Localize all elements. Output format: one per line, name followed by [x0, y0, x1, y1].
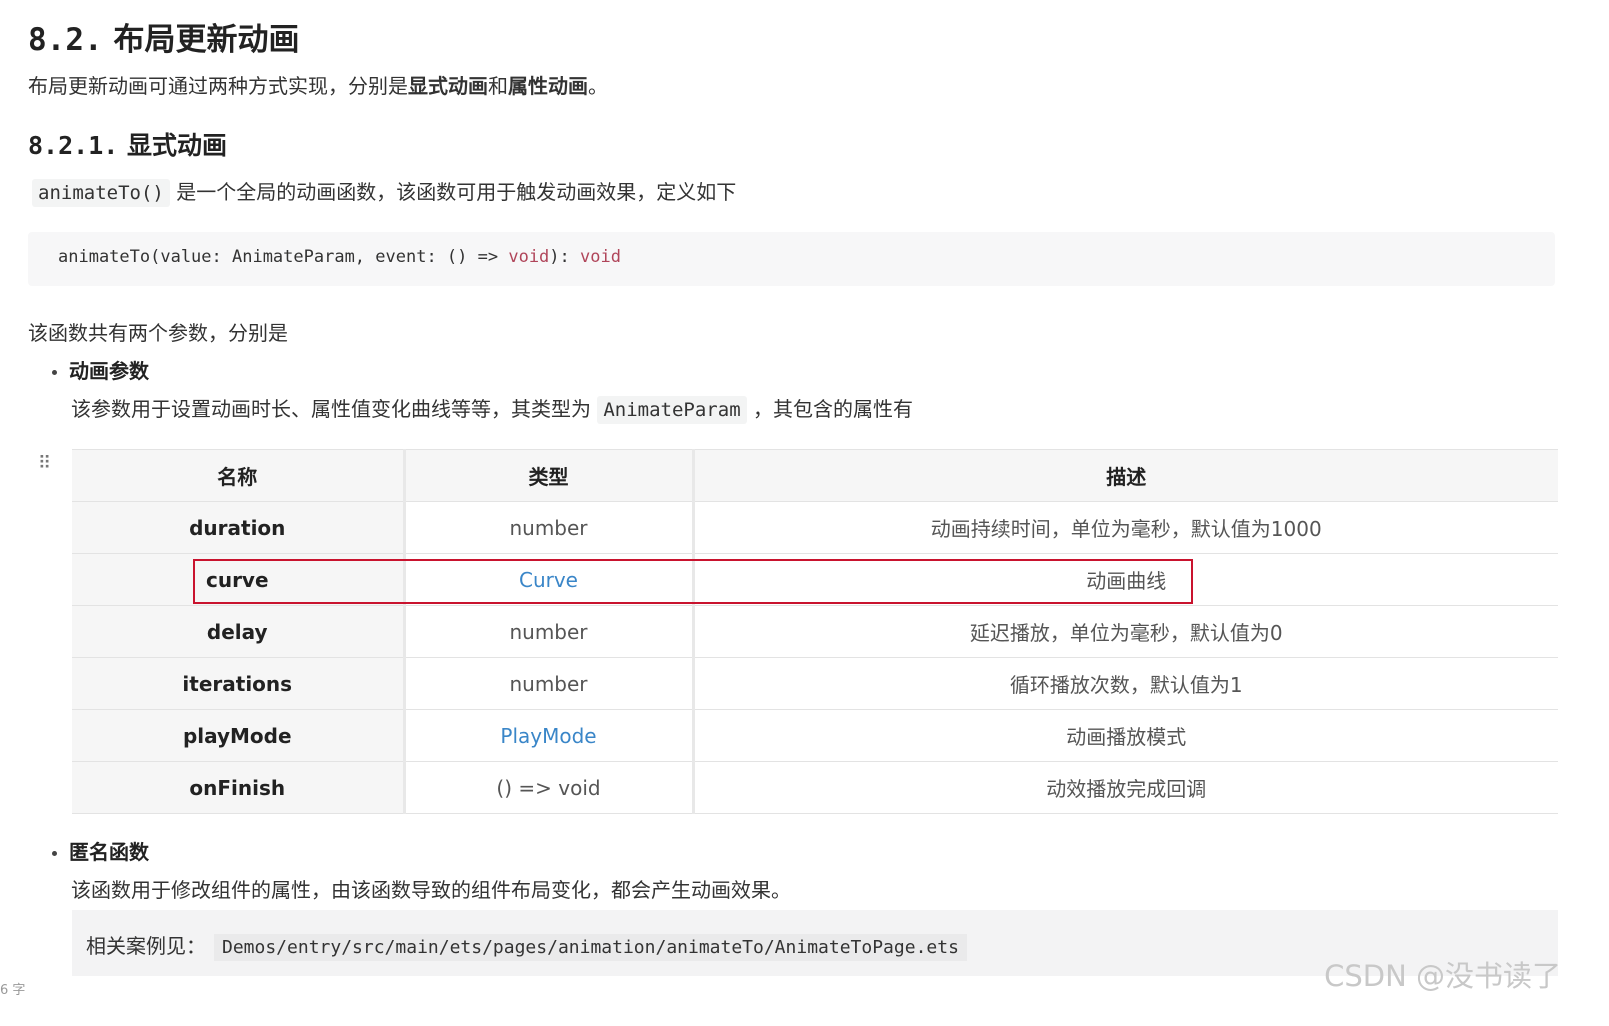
table-row: delay number 延迟播放，单位为毫秒，默认值为0 [72, 605, 1558, 658]
cell-type-link[interactable]: PlayMode [402, 709, 693, 762]
cell-desc: 动画持续时间，单位为毫秒，默认值为1000 [691, 501, 1558, 554]
intro-bold-property: 属性动画 [508, 74, 588, 98]
table-header: 描述 [691, 449, 1558, 502]
bullet-title: 匿名函数 [69, 840, 149, 864]
bullet-anonymous-function-desc: 该函数用于修改组件的属性，由该函数导致的组件布局变化，都会产生动画效果。 [71, 878, 791, 902]
cell-desc: 循环播放次数，默认值为1 [691, 657, 1558, 710]
desc-suffix: ，其包含的属性有 [746, 397, 913, 421]
table-header-row: 名称 类型 描述 [72, 449, 1558, 502]
animate-desc: animateTo() 是一个全局的动画函数，该函数可用于触发动画效果，定义如下 [32, 176, 737, 207]
inline-code-animateparam: AnimateParam [597, 396, 747, 424]
section-heading: 8.2. 布局更新动画 [28, 14, 299, 59]
table-row: iterations number 循环播放次数，默认值为1 [72, 657, 1558, 710]
drag-handle-icon[interactable]: ⠿ [38, 453, 51, 474]
code-keyword-void: void [508, 247, 550, 267]
params-intro: 该函数共有两个参数，分别是 [28, 321, 288, 345]
watermark: CSDN @没书读了 [1324, 959, 1561, 993]
bullet-anonymous-function: 匿名函数 [52, 836, 149, 865]
highlight-box [193, 559, 1193, 604]
cell-name: duration [72, 501, 404, 554]
animate-desc-text: 是一个全局的动画函数，该函数可用于触发动画效果，定义如下 [169, 180, 737, 204]
code-plain: animateTo(value: AnimateParam, event: ()… [58, 247, 509, 267]
table-header: 名称 [72, 449, 404, 502]
cell-name: onFinish [72, 761, 404, 814]
code-mid: ): [549, 247, 581, 267]
table-row: playMode PlayMode 动画播放模式 [72, 709, 1558, 762]
cell-type: number [402, 657, 693, 710]
bullet-dot [52, 370, 57, 375]
intro-suffix: 。 [588, 74, 608, 98]
bullet-dot [52, 851, 57, 856]
table-header: 类型 [402, 449, 693, 502]
cell-name: delay [72, 605, 404, 658]
intro-paragraph: 布局更新动画可通过两种方式实现，分别是显式动画和属性动画。 [28, 70, 608, 99]
cell-desc: 延迟播放，单位为毫秒，默认值为0 [691, 605, 1558, 658]
intro-bold-explicit: 显式动画 [408, 74, 488, 98]
desc-prefix: 该参数用于设置动画时长、属性值变化曲线等等，其类型为 [71, 397, 598, 421]
cell-desc: 动效播放完成回调 [691, 761, 1558, 814]
bullet-title: 动画参数 [69, 359, 149, 383]
intro-mid: 和 [488, 74, 508, 98]
cell-type: number [402, 605, 693, 658]
code-block: animateTo(value: AnimateParam, event: ()… [28, 232, 1555, 286]
intro-prefix: 布局更新动画可通过两种方式实现，分别是 [28, 74, 408, 98]
subsection-number: 8.2.1. [28, 131, 119, 160]
subsection-title: 显式动画 [127, 131, 228, 160]
subsection-heading: 8.2.1. 显式动画 [28, 126, 227, 162]
word-count: 6 字 [0, 983, 26, 998]
code-keyword-void-return: void [580, 247, 621, 267]
cell-name: playMode [72, 709, 404, 762]
params-table: 名称 类型 描述 duration number 动画持续时间，单位为毫秒，默认… [72, 449, 1558, 814]
note-path: Demos/entry/src/main/ets/pages/animation… [214, 934, 967, 961]
section-title: 布局更新动画 [113, 22, 300, 58]
bullet-animation-params-desc: 该参数用于设置动画时长、属性值变化曲线等等，其类型为 AnimateParam … [71, 393, 913, 424]
note-label: 相关案例见： [86, 934, 206, 958]
table-row: onFinish () => void 动效播放完成回调 [72, 761, 1558, 814]
section-number: 8.2. [28, 22, 103, 58]
bullet-animation-params: 动画参数 [52, 355, 149, 384]
inline-code-animateTo: animateTo() [32, 179, 170, 207]
cell-desc: 动画播放模式 [691, 709, 1558, 762]
cell-type: number [402, 501, 693, 554]
cell-type: () => void [402, 761, 693, 814]
cell-name: iterations [72, 657, 404, 710]
table-row: duration number 动画持续时间，单位为毫秒，默认值为1000 [72, 501, 1558, 554]
